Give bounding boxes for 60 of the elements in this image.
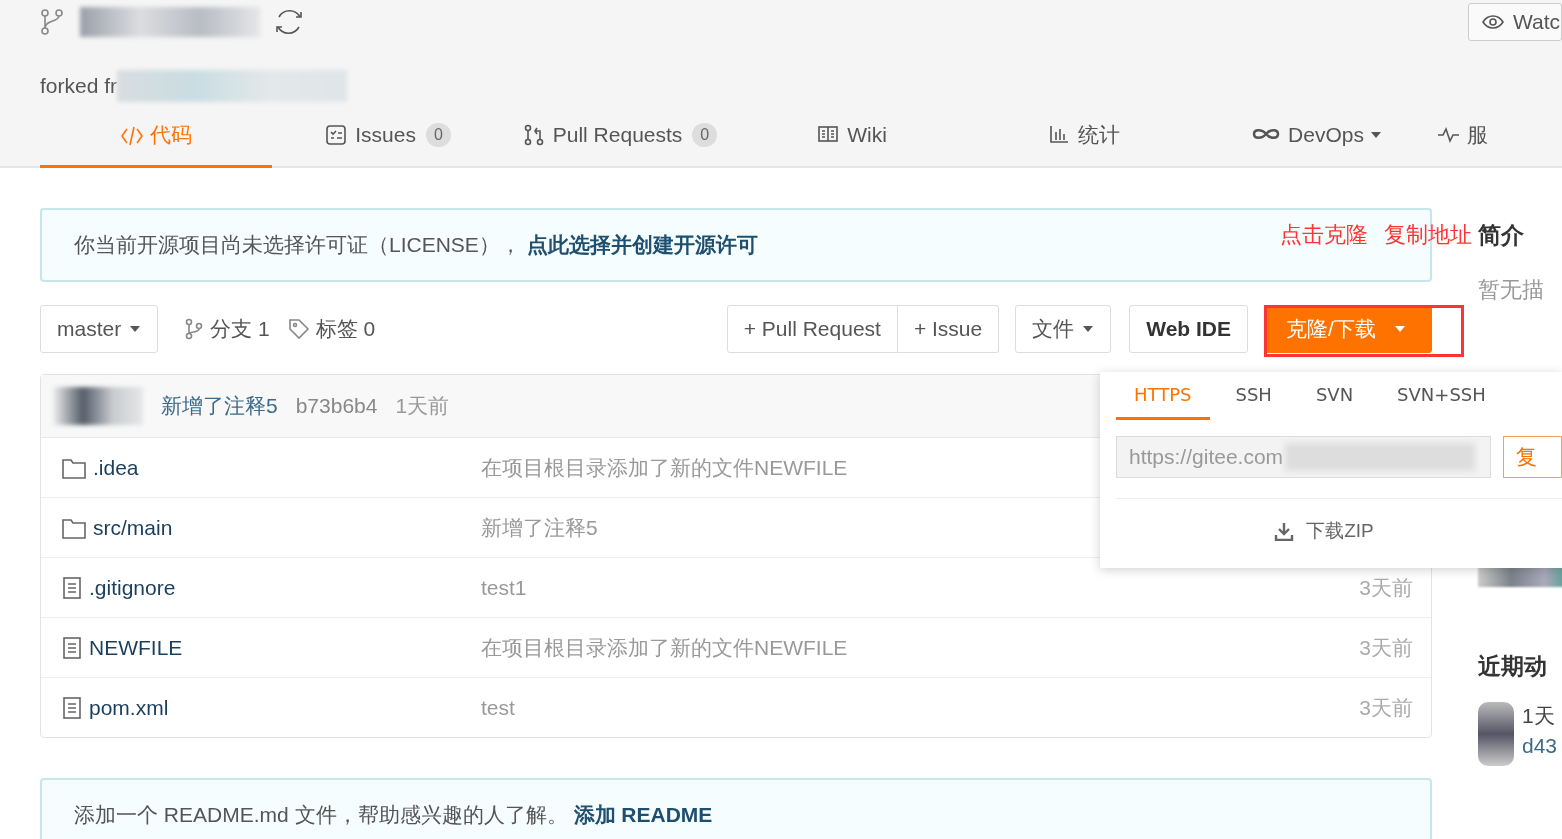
notice-link[interactable]: 点此选择并创建开源许可 xyxy=(526,231,758,259)
section-title: 近期动 xyxy=(1478,652,1548,681)
file-dropdown[interactable]: 文件 xyxy=(1015,305,1112,353)
description-text: 暂无描 xyxy=(1478,276,1545,304)
commit-message: 在项目根目录添加了新的文件NEWFILE xyxy=(481,634,848,661)
tags-link[interactable]: 标签 0 xyxy=(287,315,376,343)
commit-time: 1天前 xyxy=(395,393,450,419)
new-pull-request-button[interactable]: + Pull Request xyxy=(726,305,898,353)
nav-tab[interactable]: Issues 0 xyxy=(272,106,504,168)
commit-hash: b73b6b4 xyxy=(295,394,378,418)
branch-icon xyxy=(184,318,205,340)
web-ide-button[interactable]: Web IDE xyxy=(1129,305,1248,353)
file-time: 3天前 xyxy=(1359,574,1413,601)
commit-message: test1 xyxy=(481,575,527,600)
activity-time: 1天 xyxy=(1522,703,1556,729)
tag-icon xyxy=(287,318,310,340)
refresh-icon xyxy=(274,7,304,37)
annotation-text: 复制地址 xyxy=(1384,221,1472,249)
file-entry[interactable]: NEWFILE xyxy=(61,635,481,660)
file-icon xyxy=(61,695,83,720)
count-badge: 0 xyxy=(425,122,451,147)
commit-message[interactable]: 新增了注释5 xyxy=(161,392,278,420)
file-icon xyxy=(61,635,83,660)
nav-tab[interactable]: 服 xyxy=(1432,106,1492,168)
caret-icon xyxy=(1082,324,1095,334)
file-entry[interactable]: .gitignore xyxy=(61,575,481,600)
notice-text: 你当前开源项目尚未选择许可证（LICENSE）， xyxy=(74,232,521,258)
notice-text: 添加一个 README.md 文件，帮助感兴趣的人了解。 xyxy=(74,802,568,828)
file-icon xyxy=(61,575,83,600)
commit-message: 新增了注释5 xyxy=(481,514,598,541)
fork-icon xyxy=(40,8,66,36)
eye-icon xyxy=(1481,12,1505,32)
commit-message: test xyxy=(481,695,515,720)
annotation-text: 点击克隆 xyxy=(1280,221,1368,249)
section-title: 简介 xyxy=(1478,221,1525,250)
nav-tab[interactable]: DevOps xyxy=(1200,106,1432,168)
new-issue-button[interactable]: + Issue xyxy=(897,305,1000,353)
download-zip-link[interactable]: 下载ZIP xyxy=(1116,499,1562,563)
download-icon xyxy=(1274,521,1295,541)
file-entry[interactable]: .idea xyxy=(61,455,481,480)
blurred-avatar xyxy=(1478,702,1514,766)
protocol-tab[interactable]: SVN+SSH xyxy=(1379,372,1504,420)
caret-icon xyxy=(129,324,142,334)
branch-dropdown[interactable]: master xyxy=(40,305,159,353)
file-entry[interactable]: pom.xml xyxy=(61,695,481,720)
file-time: 3天前 xyxy=(1359,694,1413,721)
commit-ref[interactable]: d43 xyxy=(1522,734,1558,758)
branches-link[interactable]: 分支 1 xyxy=(184,315,270,343)
nav-tab[interactable]: 统计 xyxy=(968,106,1200,168)
nav-tab[interactable]: Wiki xyxy=(736,106,968,168)
count-badge: 0 xyxy=(692,122,718,147)
commit-message: 在项目根目录添加了新的文件NEWFILE xyxy=(481,454,848,481)
notice-link[interactable]: 添加 README xyxy=(573,801,713,829)
protocol-tab[interactable]: SSH xyxy=(1217,372,1290,420)
watch-button[interactable]: Watc xyxy=(1468,3,1562,41)
nav-tab[interactable]: Pull Requests 0 xyxy=(504,106,736,168)
protocol-tab[interactable]: SVN xyxy=(1297,372,1372,420)
forked-from-label: forked fr xyxy=(40,74,118,98)
file-time: 3天前 xyxy=(1359,634,1413,661)
file-entry[interactable]: src/main xyxy=(61,515,481,540)
